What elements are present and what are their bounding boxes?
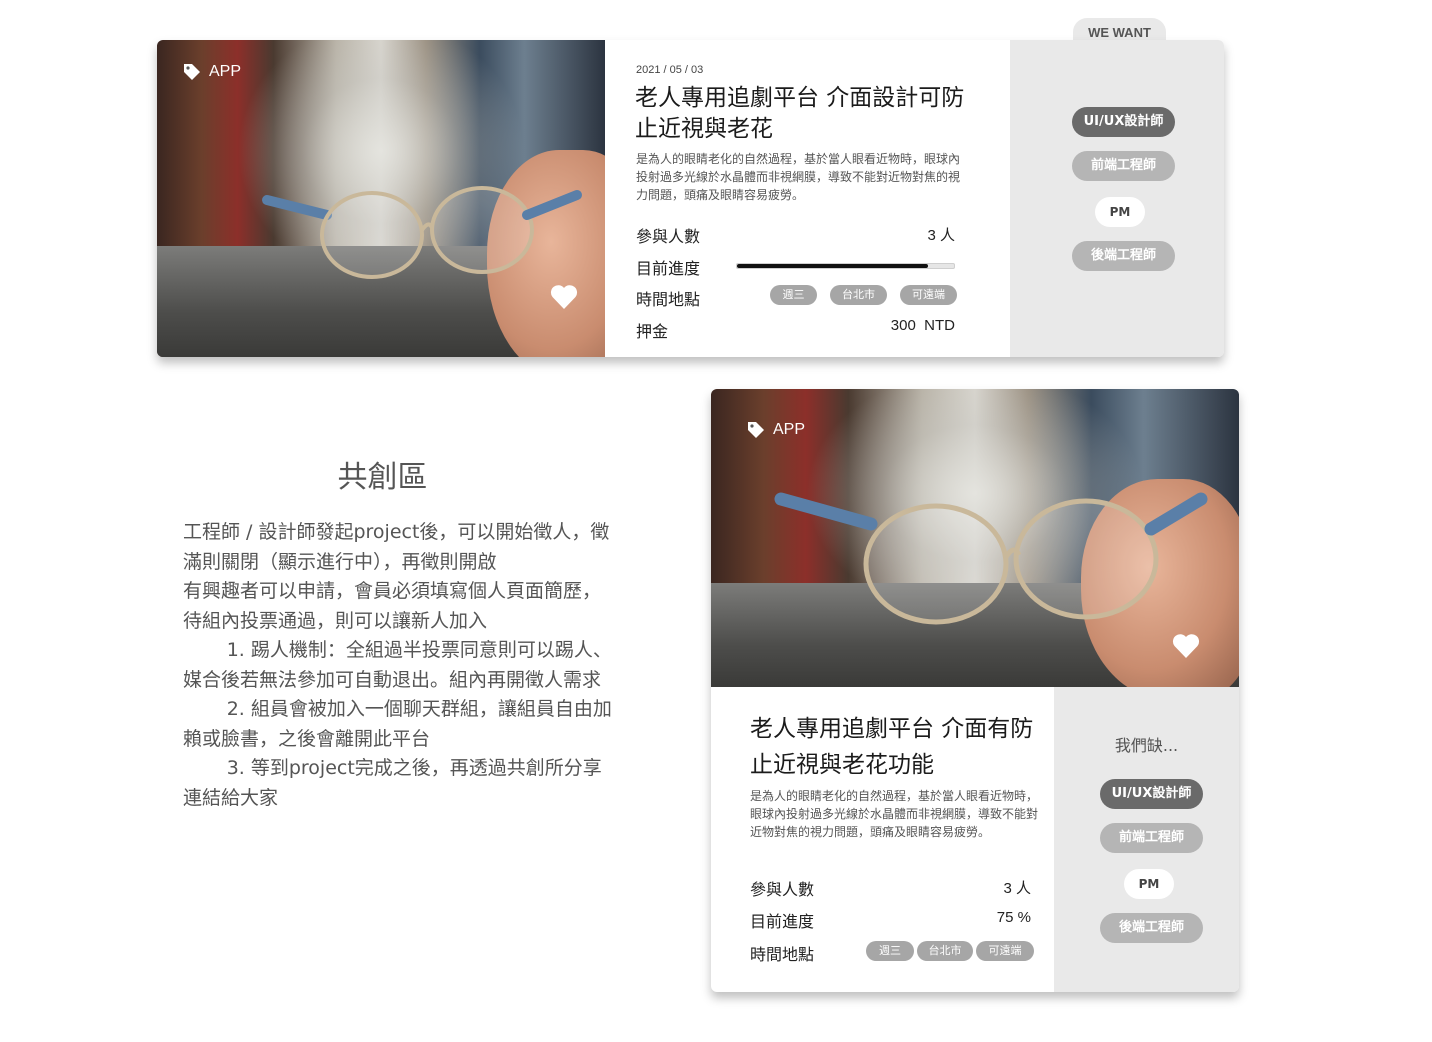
project-cover-image: APP xyxy=(157,40,605,357)
role-panel: UI/UX設計師 前端工程師 PM 後端工程師 xyxy=(1010,40,1224,357)
section-paragraph: 1. 踢人機制：全組過半投票同意則可以踢人、媒合後若無法參加可自動退出。組內再開… xyxy=(183,639,612,691)
category-tag: APP xyxy=(183,63,241,81)
project-card-vertical[interactable]: APP 老人專用追劇平台 介面有防止近視與老花功能 是為人的眼睛老化的自然過程，… xyxy=(711,389,1239,992)
progress-label: 目前進度 xyxy=(636,259,701,278)
section-title: 共創區 xyxy=(337,460,428,495)
progress-bar xyxy=(736,263,955,269)
section-paragraph: 工程師 / 設計師發起project後，可以開始徵人，徵滿則關閉（顯示進行中），… xyxy=(183,521,610,573)
progress-label: 目前進度 xyxy=(750,912,815,931)
project-title[interactable]: 老人專用追劇平台 介面設計可防止近視與老花 xyxy=(635,83,975,145)
pill-weekday: 週三 xyxy=(770,285,817,305)
glasses-illustration xyxy=(774,492,1208,625)
section-body: 工程師 / 設計師發起project後，可以開始徵人，徵滿則關閉（顯示進行中），… xyxy=(183,518,613,813)
pill-city: 台北市 xyxy=(917,941,973,961)
role-backend-engineer[interactable]: 後端工程師 xyxy=(1100,913,1203,943)
category-tag: APP xyxy=(747,421,805,439)
project-cover-image: APP xyxy=(711,389,1239,687)
role-uiux-designer[interactable]: UI/UX設計師 xyxy=(1100,779,1203,809)
project-info: 2021 / 05 / 03 老人專用追劇平台 介面設計可防止近視與老花 是為人… xyxy=(605,40,1010,357)
role-uiux-designer[interactable]: UI/UX設計師 xyxy=(1072,107,1175,137)
progress-value: 75 % xyxy=(996,909,1031,926)
participants-label: 參與人數 xyxy=(750,880,815,899)
project-description: 是為人的眼睛老化的自然過程，基於當人眼看近物時，眼球內投射過多光線於水晶體而非視… xyxy=(750,789,1039,839)
heart-icon[interactable] xyxy=(550,284,578,310)
section-paragraph: 3. 等到project完成之後，再透過共創所分享連結給大家 xyxy=(183,757,602,809)
deposit-label: 押金 xyxy=(636,322,669,341)
pill-remote: 可遠端 xyxy=(900,285,957,305)
project-card-horizontal[interactable]: APP 2021 / 05 / 03 老人專用追劇平台 介面設計可防止近視與老花… xyxy=(157,40,1224,357)
category-tag-label: APP xyxy=(209,63,242,80)
role-panel: 我們缺... UI/UX設計師 前端工程師 PM 後端工程師 xyxy=(1054,687,1239,992)
deposit-value: 300 NTD xyxy=(890,317,955,334)
role-frontend-engineer[interactable]: 前端工程師 xyxy=(1072,151,1175,181)
role-frontend-engineer[interactable]: 前端工程師 xyxy=(1100,823,1203,853)
category-tag-label: APP xyxy=(773,421,806,438)
progress-bar-fill xyxy=(737,264,928,268)
participants-value: 3 人 xyxy=(1003,880,1031,897)
section-paragraph: 2. 組員會被加入一個聊天群組，讓組員自由加賴或臉書，之後會離開此平台 xyxy=(183,698,612,750)
project-date: 2021 / 05 / 03 xyxy=(636,64,704,76)
glasses-illustration xyxy=(262,186,582,279)
heart-icon[interactable] xyxy=(1172,633,1200,659)
participants-label: 參與人數 xyxy=(636,227,701,246)
pill-remote: 可遠端 xyxy=(976,941,1034,961)
participants-value: 3 人 xyxy=(927,227,955,244)
role-pm[interactable]: PM xyxy=(1124,869,1174,899)
pill-weekday: 週三 xyxy=(866,941,914,961)
role-panel-title: 我們缺... xyxy=(1114,736,1179,755)
project-description: 是為人的眼睛老化的自然過程，基於當人眼看近物時，眼球內投射過多光線於水晶體而非視… xyxy=(636,152,961,202)
role-backend-engineer[interactable]: 後端工程師 xyxy=(1072,241,1175,271)
project-title[interactable]: 老人專用追劇平台 介面有防止近視與老花功能 xyxy=(750,711,1050,783)
role-pm[interactable]: PM xyxy=(1095,197,1145,227)
pill-city: 台北市 xyxy=(830,285,887,305)
tag-icon xyxy=(748,422,764,438)
time-location-label: 時間地點 xyxy=(636,290,701,309)
tag-icon xyxy=(184,64,200,80)
time-location-label: 時間地點 xyxy=(750,945,815,964)
section-paragraph: 有興趣者可以申請，會員必須填寫個人頁面簡歷，待組內投票通過，則可以讓新人加入 xyxy=(183,580,602,632)
